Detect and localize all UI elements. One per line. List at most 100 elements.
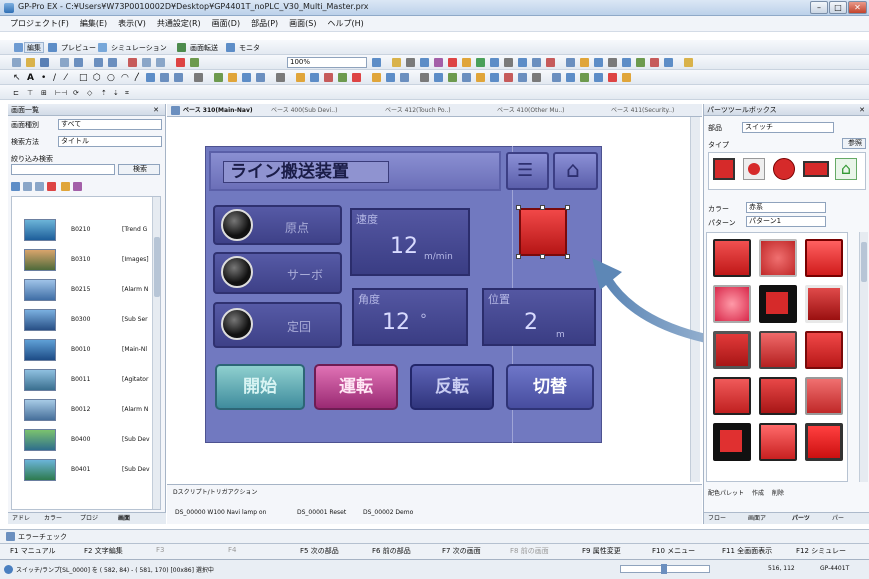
list-item[interactable]: B0400 [Sub Dev xyxy=(20,427,160,453)
menu-view[interactable]: 表示(V) xyxy=(118,18,146,29)
view-icon[interactable] xyxy=(11,182,20,191)
switch-place-icon[interactable] xyxy=(242,73,251,82)
transfer-button[interactable]: 画面転送 xyxy=(187,42,221,53)
minimize-button[interactable]: – xyxy=(810,1,828,14)
home-button[interactable]: ⌂ xyxy=(553,152,598,190)
polygon-tool-icon[interactable]: ⬡ xyxy=(90,72,104,83)
part-switch[interactable] xyxy=(759,331,797,369)
tab-address[interactable]: アドレ xyxy=(12,513,30,525)
list-scrollbar[interactable] xyxy=(152,197,160,509)
parts-icon[interactable] xyxy=(434,58,443,67)
panel-close-icon[interactable]: ✕ xyxy=(153,104,159,116)
align-icon[interactable] xyxy=(406,58,415,67)
window-icon[interactable] xyxy=(94,58,103,67)
zoom-slider-thumb[interactable] xyxy=(661,564,667,574)
error-check-label[interactable]: エラーチェック xyxy=(18,532,67,542)
calendar-place-icon[interactable] xyxy=(420,73,429,82)
menu-button[interactable]: ☰ xyxy=(506,152,549,190)
align-left-icon[interactable]: ⊏ xyxy=(10,87,22,98)
stop-place-icon[interactable] xyxy=(352,73,361,82)
text-tool-icon[interactable]: A xyxy=(24,72,37,83)
polyline-tool-icon[interactable]: ⁄ xyxy=(62,72,70,83)
script-icon[interactable] xyxy=(594,58,603,67)
part-switch[interactable] xyxy=(805,239,843,277)
tab-parts[interactable]: パーツ xyxy=(792,513,810,525)
delete-icon[interactable] xyxy=(176,58,185,67)
data-transfer-icon[interactable] xyxy=(518,73,527,82)
order-down-icon[interactable]: ⇣ xyxy=(110,87,122,98)
distribute-icon[interactable]: ⊢⊣ xyxy=(52,87,70,98)
meter-place-icon[interactable] xyxy=(338,73,347,82)
message-place-icon[interactable] xyxy=(386,73,395,82)
clock-place-icon[interactable] xyxy=(434,73,443,82)
list-item[interactable]: B0011 [Agitator xyxy=(20,367,160,393)
symbol-icon[interactable] xyxy=(622,58,631,67)
tab-base-411[interactable]: ベース 411(Security..) xyxy=(611,105,674,116)
color-select[interactable]: 赤系 xyxy=(746,202,826,213)
paste-screen-icon[interactable] xyxy=(35,182,44,191)
script-item[interactable]: DS_00001 Reset xyxy=(297,509,346,516)
tab-color[interactable]: カラー xyxy=(44,513,62,525)
layer-tool-icon[interactable] xyxy=(594,73,603,82)
sort-icon[interactable] xyxy=(73,182,82,191)
window-display-icon[interactable] xyxy=(552,73,561,82)
close-button[interactable]: ✕ xyxy=(848,1,867,14)
list-item[interactable]: B0300 [Sub Ser xyxy=(20,307,160,333)
parts-scrollbar[interactable] xyxy=(859,232,868,482)
copy-icon[interactable] xyxy=(142,58,151,67)
fkey-f8[interactable]: F8 前の画面 xyxy=(510,546,549,556)
freehand-tool-icon[interactable]: 〳 xyxy=(130,72,145,83)
search-button[interactable]: 検索 xyxy=(118,164,160,175)
delete-link[interactable]: 削除 xyxy=(772,490,784,497)
start-button[interactable]: 開始 xyxy=(215,364,305,410)
part-switch[interactable] xyxy=(759,239,797,277)
special-icon[interactable] xyxy=(532,73,541,82)
palette-link[interactable]: 配色パレット xyxy=(708,490,744,497)
type-square-switch[interactable] xyxy=(713,158,735,180)
recipe-icon[interactable] xyxy=(546,58,555,67)
menu-help[interactable]: ヘルプ(H) xyxy=(327,18,363,29)
tab-base-412[interactable]: ベース 412(Touch Po..) xyxy=(385,105,451,116)
menu-project[interactable]: プロジェクト(F) xyxy=(10,18,69,29)
part-switch[interactable] xyxy=(713,423,751,461)
open-icon[interactable] xyxy=(26,58,35,67)
list-item[interactable]: B0012 [Alarm N xyxy=(20,397,160,423)
switch-button[interactable]: 切替 xyxy=(506,364,594,410)
part-switch[interactable] xyxy=(759,377,797,415)
table-icon[interactable] xyxy=(504,58,513,67)
pen-icon[interactable] xyxy=(622,73,631,82)
create-link[interactable]: 作成 xyxy=(752,490,764,497)
copy-screen-icon[interactable] xyxy=(23,182,32,191)
history-place-icon[interactable] xyxy=(462,73,471,82)
fkey-f11[interactable]: F11 全画面表示 xyxy=(722,546,772,556)
tab-screen-image[interactable]: 画面ア xyxy=(748,513,766,525)
fkey-f10[interactable]: F10 メニュー xyxy=(652,546,695,556)
text-part-icon[interactable] xyxy=(532,58,541,67)
list-item[interactable]: B0310 [Images] xyxy=(20,247,160,273)
search-method-select[interactable]: タイトル xyxy=(58,136,162,147)
type-circle-switch[interactable] xyxy=(773,158,795,180)
config-icon[interactable] xyxy=(580,73,589,82)
selected-switch[interactable] xyxy=(519,208,567,256)
lamp-fixed[interactable]: 定回 xyxy=(213,302,342,348)
tab-project[interactable]: プロジ xyxy=(80,513,98,525)
list-item[interactable]: B0215 [Alarm N xyxy=(20,277,160,303)
select-tool-icon[interactable]: ↖ xyxy=(10,72,24,83)
tab-parts2[interactable]: パー xyxy=(832,513,844,525)
scale-tool-icon[interactable] xyxy=(146,73,155,82)
zoom-icon[interactable] xyxy=(372,58,381,67)
layer-icon[interactable] xyxy=(108,58,117,67)
script-item[interactable]: DS_00002 Demo xyxy=(363,509,413,516)
logging-icon[interactable] xyxy=(650,58,659,67)
part-switch[interactable] xyxy=(805,377,843,415)
clear-icon[interactable] xyxy=(608,73,617,82)
lamp-icon[interactable] xyxy=(448,58,457,67)
part-switch[interactable] xyxy=(805,423,843,461)
new-screen-icon[interactable] xyxy=(61,182,70,191)
order-up-icon[interactable]: ⇡ xyxy=(98,87,110,98)
image-tool-icon[interactable] xyxy=(194,73,203,82)
script-item[interactable]: DS_00000 W100 Navi lamp on xyxy=(175,509,266,516)
align-center-icon[interactable]: ⊞ xyxy=(38,87,50,98)
fill-tool-icon[interactable] xyxy=(174,73,183,82)
fkey-f12[interactable]: F12 シミュレー xyxy=(796,546,846,556)
